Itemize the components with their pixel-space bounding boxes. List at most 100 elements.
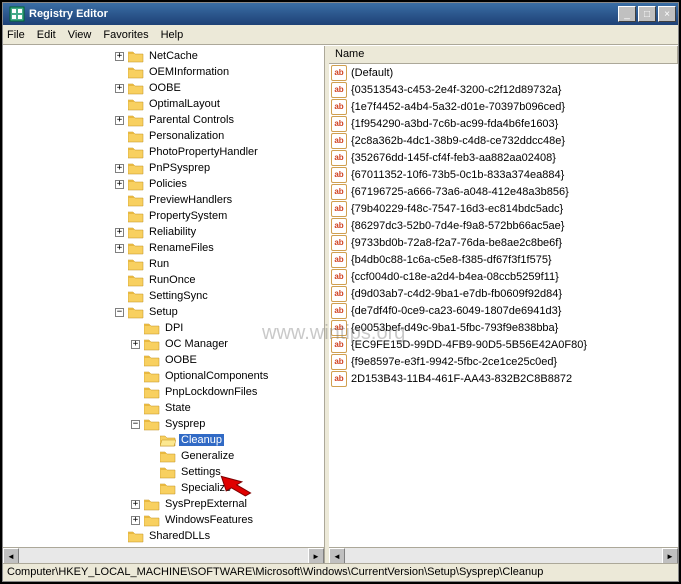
tree-item[interactable]: Cleanup bbox=[3, 432, 324, 448]
folder-icon bbox=[144, 322, 160, 335]
tree-item[interactable]: RunOnce bbox=[3, 272, 324, 288]
tree-item-label: Policies bbox=[147, 178, 189, 190]
value-name: {67011352-10f6-73b5-0c1b-833a374ea884} bbox=[351, 169, 564, 181]
list-item[interactable]: ab{1f954290-a3bd-7c6b-ac99-fda4b6fe1603} bbox=[329, 115, 678, 132]
menu-view[interactable]: View bbox=[68, 29, 92, 41]
list-item[interactable]: ab{EC9FE15D-99DD-4FB9-90D5-5B56E42A0F80} bbox=[329, 336, 678, 353]
tree-item[interactable]: PhotoPropertyHandler bbox=[3, 144, 324, 160]
expand-icon[interactable]: + bbox=[115, 180, 124, 189]
expand-icon[interactable]: + bbox=[131, 516, 140, 525]
minimize-button[interactable]: _ bbox=[618, 6, 636, 22]
menu-edit[interactable]: Edit bbox=[37, 29, 56, 41]
tree-item[interactable]: DPI bbox=[3, 320, 324, 336]
tree-item[interactable]: Settings bbox=[3, 464, 324, 480]
list-item[interactable]: ab{2c8a362b-4dc1-38b9-c4d8-ce732ddcc48e} bbox=[329, 132, 678, 149]
tree-item[interactable]: State bbox=[3, 400, 324, 416]
tree-item[interactable]: OptionalComponents bbox=[3, 368, 324, 384]
tree-item[interactable]: +PnPSysprep bbox=[3, 160, 324, 176]
tree-item[interactable]: −Sysprep bbox=[3, 416, 324, 432]
expand-icon[interactable]: + bbox=[115, 228, 124, 237]
tree-item[interactable]: SettingSync bbox=[3, 288, 324, 304]
tree-item[interactable]: PnpLockdownFiles bbox=[3, 384, 324, 400]
folder-icon bbox=[160, 466, 176, 479]
list-item[interactable]: ab{79b40229-f48c-7547-16d3-ec814bdc5adc} bbox=[329, 200, 678, 217]
collapse-icon[interactable]: − bbox=[131, 420, 140, 429]
collapse-icon[interactable]: − bbox=[115, 308, 124, 317]
list-hscroll[interactable]: ◄ ► bbox=[329, 547, 678, 563]
tree-item[interactable]: + Policies bbox=[3, 176, 324, 192]
tree-item-label: Specialize bbox=[179, 482, 233, 494]
value-list[interactable]: ab(Default)ab{03513543-c453-2e4f-3200-c2… bbox=[329, 64, 678, 547]
list-item[interactable]: ab{1e7f4452-a4b4-5a32-d01e-70397b096ced} bbox=[329, 98, 678, 115]
menubar: File Edit View Favorites Help bbox=[3, 25, 678, 45]
expand-icon[interactable]: + bbox=[115, 244, 124, 253]
column-name[interactable]: Name bbox=[329, 46, 678, 63]
list-item[interactable]: ab{67196725-a666-73a6-a048-412e48a3b856} bbox=[329, 183, 678, 200]
list-item[interactable]: ab{ccf004d0-c18e-a2d4-b4ea-08ccb5259f11} bbox=[329, 268, 678, 285]
list-item[interactable]: ab2D153B43-11B4-461F-AA43-832B2C8B8872 bbox=[329, 370, 678, 387]
close-button[interactable]: × bbox=[658, 6, 676, 22]
tree-item-label: PhotoPropertyHandler bbox=[147, 146, 260, 158]
scroll-right-icon[interactable]: ► bbox=[308, 548, 324, 563]
tree-item[interactable]: PreviewHandlers bbox=[3, 192, 324, 208]
tree-item[interactable]: Run bbox=[3, 256, 324, 272]
scroll-right-icon[interactable]: ► bbox=[662, 548, 678, 563]
folder-icon bbox=[144, 338, 160, 351]
list-item[interactable]: ab{9733bd0b-72a8-f2a7-76da-be8ae2c8be6f} bbox=[329, 234, 678, 251]
list-item[interactable]: ab{86297dc3-52b0-7d4e-f9a8-572bb66ac5ae} bbox=[329, 217, 678, 234]
folder-icon bbox=[128, 258, 144, 271]
string-value-icon: ab bbox=[331, 167, 347, 183]
tree-item-label: RenameFiles bbox=[147, 242, 216, 254]
menu-help[interactable]: Help bbox=[161, 29, 184, 41]
tree-item[interactable]: − Setup bbox=[3, 304, 324, 320]
list-item[interactable]: ab{de7df4f0-0ce9-ca23-6049-1807de6941d3} bbox=[329, 302, 678, 319]
tree-item[interactable]: +OC Manager bbox=[3, 336, 324, 352]
tree-item[interactable]: SharedDLLs bbox=[3, 528, 324, 544]
tree-item[interactable]: OEMInformation bbox=[3, 64, 324, 80]
expand-icon[interactable]: + bbox=[115, 164, 124, 173]
scroll-left-icon[interactable]: ◄ bbox=[329, 548, 345, 563]
tree-item[interactable]: Personalization bbox=[3, 128, 324, 144]
scroll-left-icon[interactable]: ◄ bbox=[3, 548, 19, 563]
folder-icon bbox=[128, 162, 144, 175]
list-item[interactable]: ab{352676dd-145f-cf4f-feb3-aa882aa02408} bbox=[329, 149, 678, 166]
tree-item[interactable]: +SysPrepExternal bbox=[3, 496, 324, 512]
tree-item[interactable]: OOBE bbox=[3, 352, 324, 368]
expand-icon[interactable]: + bbox=[115, 84, 124, 93]
tree-item[interactable]: + RenameFiles bbox=[3, 240, 324, 256]
list-item[interactable]: ab {67011352-10f6-73b5-0c1b-833a374ea884} bbox=[329, 166, 678, 183]
list-item[interactable]: ab{03513543-c453-2e4f-3200-c2f12d89732a} bbox=[329, 81, 678, 98]
registry-tree[interactable]: +NetCacheOEMInformation+OOBEOptimalLayou… bbox=[3, 46, 324, 547]
list-item[interactable]: ab{e0053bef-d49c-9ba1-5fbc-793f9e838bba} bbox=[329, 319, 678, 336]
tree-item-label: RunOnce bbox=[147, 274, 197, 286]
tree-item[interactable]: PropertySystem bbox=[3, 208, 324, 224]
tree-item-label: Setup bbox=[147, 306, 180, 318]
expand-icon[interactable]: + bbox=[131, 340, 140, 349]
list-item[interactable]: ab{d9d03ab7-c4d2-9ba1-e7db-fb0609f92d84} bbox=[329, 285, 678, 302]
tree-item[interactable]: Generalize bbox=[3, 448, 324, 464]
expand-icon[interactable]: + bbox=[115, 116, 124, 125]
string-value-icon: ab bbox=[331, 286, 347, 302]
tree-item[interactable]: Specialize bbox=[3, 480, 324, 496]
list-item[interactable]: ab{b4db0c88-1c6a-c5e8-f385-df67f3f1f575} bbox=[329, 251, 678, 268]
value-name: {f9e8597e-e3f1-9942-5fbc-2ce1ce25c0ed} bbox=[351, 356, 557, 368]
tree-item[interactable]: +NetCache bbox=[3, 48, 324, 64]
tree-item[interactable]: +Reliability bbox=[3, 224, 324, 240]
expand-icon[interactable]: + bbox=[115, 52, 124, 61]
tree-hscroll[interactable]: ◄ ► bbox=[3, 547, 324, 563]
folder-icon bbox=[128, 274, 144, 287]
folder-icon bbox=[144, 370, 160, 383]
string-value-icon: ab bbox=[331, 133, 347, 149]
tree-item[interactable]: +Parental Controls bbox=[3, 112, 324, 128]
menu-favorites[interactable]: Favorites bbox=[103, 29, 148, 41]
folder-icon bbox=[160, 450, 176, 463]
expand-icon[interactable]: + bbox=[131, 500, 140, 509]
tree-item[interactable]: OptimalLayout bbox=[3, 96, 324, 112]
tree-item[interactable]: +WindowsFeatures bbox=[3, 512, 324, 528]
maximize-button[interactable]: □ bbox=[638, 6, 656, 22]
tree-item[interactable]: +OOBE bbox=[3, 80, 324, 96]
menu-file[interactable]: File bbox=[7, 29, 25, 41]
list-item[interactable]: ab{f9e8597e-e3f1-9942-5fbc-2ce1ce25c0ed} bbox=[329, 353, 678, 370]
value-name: {de7df4f0-0ce9-ca23-6049-1807de6941d3} bbox=[351, 305, 561, 317]
list-item[interactable]: ab(Default) bbox=[329, 64, 678, 81]
